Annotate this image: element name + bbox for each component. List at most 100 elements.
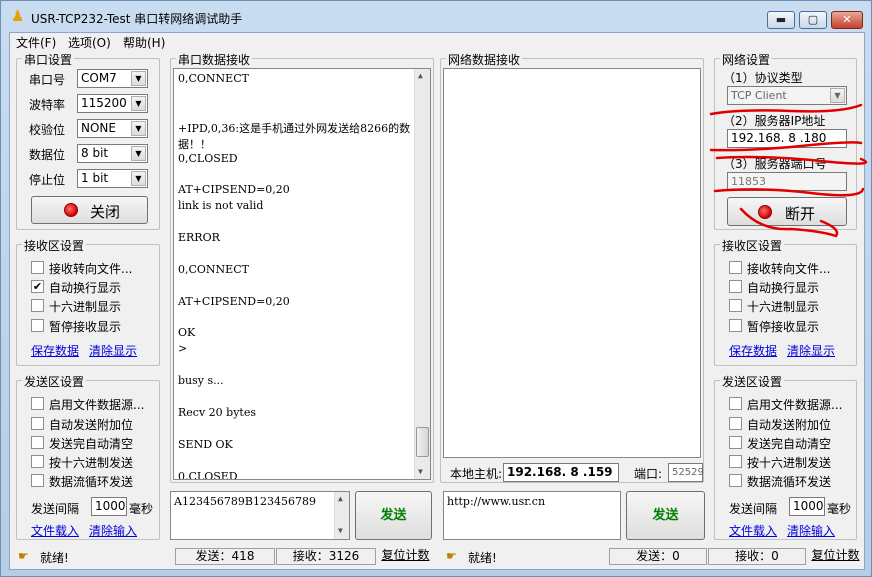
checkbox-box <box>31 417 44 430</box>
databits-select[interactable]: 8 bit ▼ <box>77 144 148 163</box>
network-receive-title: 网络数据接收 <box>446 51 523 68</box>
stopbits-select[interactable]: 1 bit ▼ <box>77 169 148 188</box>
port-select[interactable]: COM7 ▼ <box>77 69 148 88</box>
serial-receive-settings-title: 接收区设置 <box>22 237 87 254</box>
scroll-thumb[interactable] <box>416 427 429 457</box>
protocol-value: TCP Client <box>731 89 787 102</box>
checkbox-box <box>729 436 742 449</box>
net-save-data-link[interactable]: 保存数据 <box>729 342 777 359</box>
serial-toggle-label: 关闭 <box>90 203 121 221</box>
baud-label: 波特率 <box>29 98 66 112</box>
scroll-down-icon[interactable]: ▼ <box>338 526 343 535</box>
protocol-select[interactable]: TCP Client ▼ <box>727 86 847 105</box>
serial-status-text: 就绪! <box>40 551 69 565</box>
databits-label: 数据位 <box>29 148 66 162</box>
serial-save-data-link[interactable]: 保存数据 <box>31 342 79 359</box>
network-send-button[interactable]: 发送 <box>626 491 705 540</box>
ready-icon: ☛ <box>446 549 457 563</box>
menu-help[interactable]: 帮助(H) <box>123 34 165 51</box>
checkbox-box <box>729 455 742 468</box>
serial-send-settings-group: 发送区设置 启用文件数据源... 自动发送附加位 发送完自动清空 按十六进制发送… <box>16 373 160 540</box>
checkbox-box <box>31 397 44 410</box>
local-host-field[interactable]: 192.168. 8 .159 <box>503 463 619 482</box>
checkbox-box <box>729 397 742 410</box>
log-line: link is not valid <box>178 199 264 213</box>
checkbox-box <box>31 455 44 468</box>
net-interval-input[interactable]: 1000 <box>789 497 825 516</box>
local-port-field[interactable]: 52529 <box>668 463 704 482</box>
log-line: ERROR <box>178 231 220 244</box>
port-value: COM7 <box>81 71 117 85</box>
scroll-up-icon[interactable]: ▲ <box>338 494 343 503</box>
network-send-settings-group: 发送区设置 启用文件数据源... 自动发送附加位 发送完自动清空 按十六进制发送… <box>714 373 857 540</box>
checkmark-icon: ✔ <box>31 280 44 293</box>
server-ip-field[interactable]: 192.168. 8 .180 <box>727 129 847 148</box>
net-load-file-link[interactable]: 文件载入 <box>729 522 777 539</box>
title-bar[interactable]: ♟ USR-TCP232-Test 串口转网络调试助手 ▬ ▢ ✕ <box>1 1 872 31</box>
network-receive-textarea[interactable] <box>443 68 701 458</box>
network-receive-group: 网络数据接收 本地主机: 192.168. 8 .159 端口: 52529 <box>440 51 704 483</box>
network-reset-count-button[interactable]: 复位计数 <box>807 548 864 565</box>
network-recv-count: 接收：0 <box>708 548 806 565</box>
serial-clear-input-link[interactable]: 清除输入 <box>89 522 137 539</box>
serial-settings-group: 串口设置 串口号 COM7 ▼ 波特率 115200 ▼ 校验位 NONE ▼ 数据位… <box>16 51 160 230</box>
status-bar: ☛ 就绪! 发送：418 接收：3126 复位计数 ☛ 就绪! 发送：0 接收：… <box>10 544 864 569</box>
network-send-settings-title: 发送区设置 <box>720 373 785 390</box>
databits-value: 8 bit <box>81 146 109 160</box>
app-logo-icon: ♟ <box>11 7 25 25</box>
network-send-textarea[interactable]: http://www.usr.cn <box>443 491 621 540</box>
baud-select[interactable]: 115200 ▼ <box>77 94 148 113</box>
parity-label: 校验位 <box>29 123 66 137</box>
minimize-button[interactable]: ▬ <box>767 11 795 29</box>
network-settings-group: 网络设置 （1）协议类型 TCP Client ▼ （2）服务器IP地址 192.… <box>714 51 857 230</box>
net-clear-display-link[interactable]: 清除显示 <box>787 342 835 359</box>
serial-toggle-button[interactable]: 关闭 <box>31 196 148 224</box>
menu-file[interactable]: 文件(F) <box>16 34 56 51</box>
network-toggle-label: 断开 <box>785 205 816 223</box>
checkbox-label: 暂停接收显示 <box>49 320 122 334</box>
serial-receive-textarea[interactable]: 0,CONNECT +IPD,0,36:这是手机通过外网发送给8266的数 据！！ 0… <box>173 68 431 480</box>
log-line: > <box>178 342 188 356</box>
serial-interval-unit: 毫秒 <box>129 502 154 516</box>
log-line: 0,CLOSED <box>178 469 238 480</box>
checkbox-box <box>729 261 742 274</box>
maximize-button[interactable]: ▢ <box>799 11 827 29</box>
log-line: 0,CLOSED <box>178 151 238 165</box>
port-label: 端口: <box>634 467 663 481</box>
serial-interval-input[interactable]: 1000 <box>91 497 127 516</box>
serial-send-settings-title: 发送区设置 <box>22 373 87 390</box>
network-toggle-button[interactable]: 断开 <box>727 197 847 226</box>
serial-reset-count-button[interactable]: 复位计数 <box>377 548 434 565</box>
port-label: 串口号 <box>29 73 66 87</box>
status-red-icon <box>64 203 78 217</box>
checkbox-label: 启用文件数据源... <box>49 398 145 412</box>
checkbox-label: 启用文件数据源... <box>747 398 843 412</box>
serial-send-button[interactable]: 发送 <box>355 491 432 540</box>
scroll-up-icon[interactable]: ▲ <box>418 71 423 80</box>
serial-send-textarea[interactable]: A123456789B123456789 ▲ ▼ <box>170 491 350 540</box>
serial-load-file-link[interactable]: 文件载入 <box>31 522 79 539</box>
checkbox-label: 数据流循环发送 <box>747 475 832 489</box>
scroll-down-icon[interactable]: ▼ <box>418 467 423 476</box>
checkbox-box <box>729 417 742 430</box>
log-line: AT+CIPSEND=0,20 <box>178 294 290 308</box>
parity-value: NONE <box>81 121 116 135</box>
net-clear-input-link[interactable]: 清除输入 <box>787 522 835 539</box>
serial-clear-display-link[interactable]: 清除显示 <box>89 342 137 359</box>
serial-send-text: A123456789B123456789 <box>174 495 317 508</box>
serial-send-scrollbar[interactable]: ▲ ▼ <box>334 492 349 539</box>
serial-scrollbar[interactable]: ▲ ▼ <box>414 69 430 479</box>
server-port-label: （3）服务器端口号 <box>723 157 827 171</box>
checkbox-label: 接收转向文件... <box>49 262 133 276</box>
network-send-text: http://www.usr.cn <box>447 495 546 508</box>
checkbox-box <box>31 436 44 449</box>
network-status-text: 就绪! <box>468 551 497 565</box>
server-port-field[interactable]: 11853 <box>727 172 847 191</box>
menu-options[interactable]: 选项(O) <box>68 34 111 51</box>
protocol-label: （1）协议类型 <box>723 71 803 85</box>
serial-interval-label: 发送间隔 <box>31 502 80 516</box>
checkbox-label: 接收转向文件... <box>747 262 831 276</box>
log-line: 0,CONNECT <box>178 262 249 276</box>
close-button[interactable]: ✕ <box>831 11 863 29</box>
parity-select[interactable]: NONE ▼ <box>77 119 148 138</box>
